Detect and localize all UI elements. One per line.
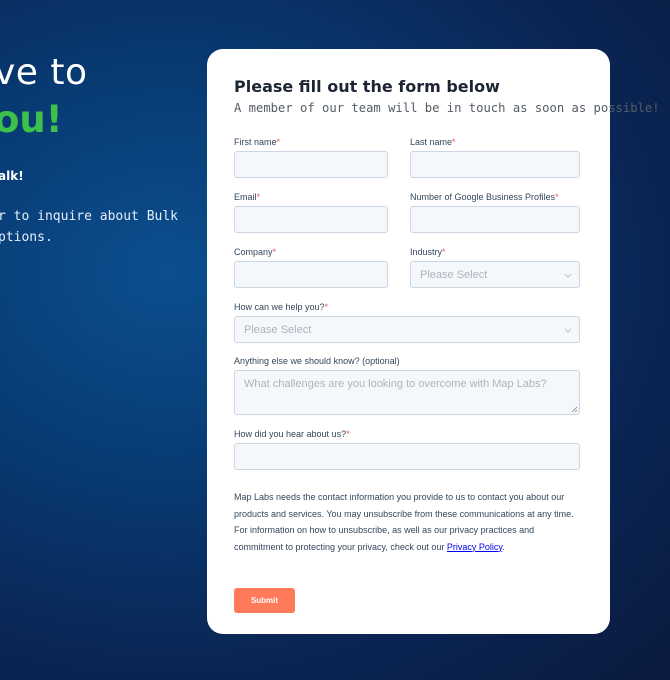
last-name-label: Last name* <box>410 137 456 147</box>
hero-description-line1: r to inquire about Bulk <box>0 209 179 224</box>
hero-section: ve to ou! alk! r to inquire about Bulk p… <box>0 0 200 680</box>
help-select[interactable]: Please Select <box>234 316 580 343</box>
submit-button[interactable]: Submit <box>234 588 295 613</box>
first-name-input[interactable] <box>234 151 388 178</box>
company-label: Company* <box>234 247 277 257</box>
first-name-label: First name* <box>234 137 281 147</box>
last-name-input[interactable] <box>410 151 580 178</box>
hero-heading-line2: ou! <box>0 98 63 141</box>
profiles-input[interactable] <box>410 206 580 233</box>
email-input[interactable] <box>234 206 388 233</box>
industry-select[interactable]: Please Select <box>410 261 580 288</box>
industry-select-placeholder: Please Select <box>420 268 488 281</box>
privacy-policy-link[interactable]: Privacy Policy <box>447 542 502 552</box>
privacy-text: Map Labs needs the contact information y… <box>234 492 574 552</box>
resize-handle-icon[interactable] <box>571 406 578 413</box>
chevron-down-icon <box>564 273 572 278</box>
contact-form-card: Please fill out the form below A member … <box>207 49 660 634</box>
hero-subheading: alk! <box>0 169 24 183</box>
email-label: Email* <box>234 192 261 202</box>
hear-input[interactable] <box>234 443 580 470</box>
company-input[interactable] <box>234 261 388 288</box>
help-label: How can we help you?* <box>234 302 329 312</box>
privacy-notice: Map Labs needs the contact information y… <box>234 492 574 552</box>
form-title: Please fill out the form below <box>234 77 500 96</box>
profiles-label: Number of Google Business Profiles* <box>410 192 559 202</box>
help-select-placeholder: Please Select <box>244 323 312 336</box>
hero-description-line2: ptions. <box>0 230 53 245</box>
hero-heading-line1: ve to <box>0 52 88 93</box>
chevron-down-icon <box>564 328 572 333</box>
hear-label: How did you hear about us?* <box>234 429 350 439</box>
anything-textarea[interactable]: What challenges are you looking to overc… <box>234 370 580 415</box>
anything-label: Anything else we should know? (optional) <box>234 356 400 366</box>
anything-textarea-placeholder: What challenges are you looking to overc… <box>244 378 547 390</box>
hero-description: r to inquire about Bulk ptions. <box>0 206 178 248</box>
form-subtitle: A member of our team will be in touch as… <box>234 101 660 115</box>
industry-label: Industry* <box>410 247 446 257</box>
